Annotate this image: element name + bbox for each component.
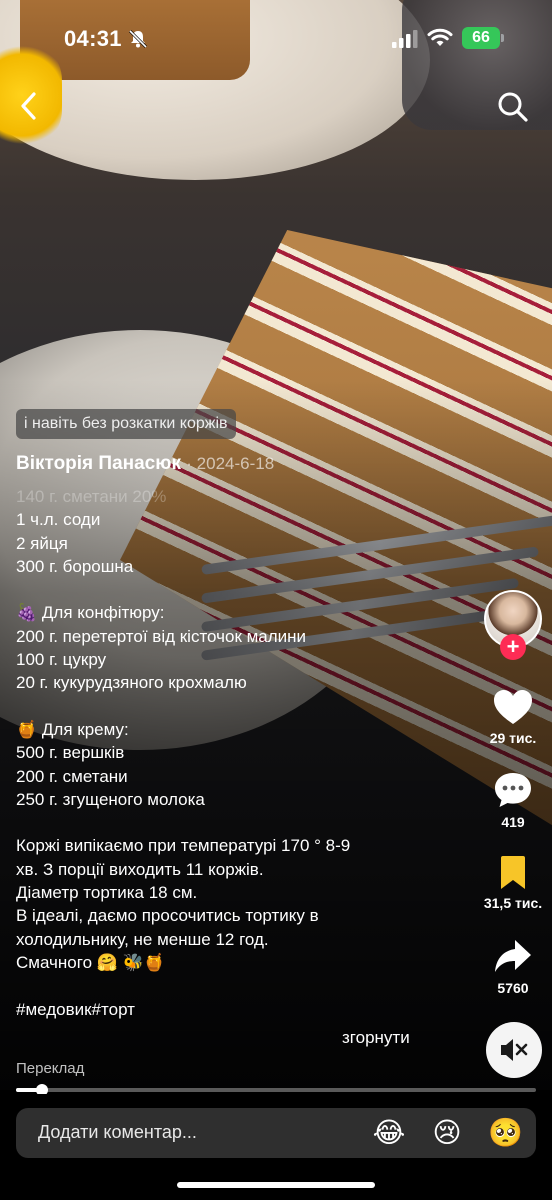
bell-muted-icon — [128, 29, 148, 49]
bottom-bar: Додати коментар... 😂 😢 🥺 — [0, 1094, 552, 1200]
playback-progress-bar[interactable] — [16, 1084, 536, 1096]
emoji-laughing-button[interactable]: 😂 — [372, 1116, 406, 1150]
like-count: 29 тис. — [489, 730, 537, 746]
save-button[interactable]: 31,5 тис. — [476, 855, 550, 911]
post-date-separator: · — [186, 454, 197, 473]
description-line: 🍯 Для крему: — [16, 719, 129, 739]
cellular-signal-icon — [392, 30, 418, 48]
description-line: хв. З порції виходить 11 коржів. — [16, 859, 264, 879]
description-line[interactable]: #медовик#торт — [16, 998, 466, 1021]
description-line: Коржі випікаємо при температурі 170 ° 8-… — [16, 836, 351, 856]
description-line: 200 г. перетертої від кісточок малини — [16, 626, 307, 646]
description-line: 300 г. борошна — [16, 556, 134, 576]
home-indicator — [177, 1182, 375, 1188]
author-name[interactable]: Вікторія Панасюк — [16, 453, 181, 474]
translate-button[interactable]: Переклад — [16, 1060, 84, 1077]
wifi-icon — [427, 28, 453, 46]
comment-bubble-icon — [495, 773, 531, 807]
comment-input[interactable]: Додати коментар... 😂 😢 🥺 — [16, 1108, 536, 1158]
description-line: 🍇 Для конфітюру: — [16, 603, 165, 623]
description-line: 250 г. згущеного молока — [16, 789, 205, 809]
follow-plus-button[interactable]: + — [500, 634, 526, 660]
description-line: 2 яйця — [16, 533, 68, 553]
description-blank-line — [16, 974, 466, 997]
description-line: 140 г. сметани 20% — [16, 487, 167, 506]
bookmark-icon — [501, 856, 525, 889]
like-button[interactable]: 29 тис. — [476, 688, 550, 746]
description-line: Діаметр тортика 18 см. — [16, 883, 198, 903]
status-time: 04:31 — [64, 26, 122, 51]
description-blank-line — [16, 811, 466, 834]
emoji-crying-button[interactable]: 😢 — [430, 1116, 464, 1150]
speaker-muted-icon — [501, 1039, 528, 1061]
status-bar: 04:31 66 — [0, 24, 552, 58]
save-count: 31,5 тис. — [483, 895, 543, 911]
description-line: 1 ч.л. соди — [16, 510, 101, 530]
description-line: В ідеалі, даємо просочитись тортику в — [16, 906, 319, 926]
highlight-pill[interactable]: і навіть без розкатки коржів — [16, 409, 236, 439]
description-line: Смачного 🤗 🐝🍯 — [16, 952, 165, 972]
battery-indicator: 66 — [462, 27, 504, 49]
emoji-pleading-button[interactable]: 🥺 — [488, 1116, 523, 1150]
description-line: 500 г. вершків — [16, 743, 125, 763]
video-description[interactable]: 140 г. сметани 20% 1 ч.л. соди 2 яйця 300 г… — [16, 485, 466, 1021]
heart-icon — [494, 690, 532, 724]
share-button[interactable]: 5760 — [476, 938, 550, 996]
description-line: холодильнику, не менше 12 год. — [16, 929, 269, 949]
mute-toggle-button[interactable] — [486, 1022, 542, 1078]
comment-placeholder: Додати коментар... — [38, 1122, 197, 1142]
back-arrow-icon[interactable] — [14, 88, 46, 124]
description-blank-line — [16, 695, 466, 718]
description-line: 20 г. кукурудзяного крохмалю — [16, 673, 247, 693]
share-arrow-icon — [495, 940, 531, 972]
description-blank-line — [16, 578, 466, 601]
post-date: 2024-6-18 — [196, 454, 275, 473]
description-line: 100 г. цукру — [16, 650, 107, 670]
author-line[interactable]: Вікторія Панасюк · 2024-6-18 — [16, 453, 274, 475]
collapse-button[interactable]: згорнути — [342, 1028, 410, 1048]
comment-button[interactable]: 419 — [476, 770, 550, 830]
comment-count: 419 — [501, 814, 525, 830]
share-count: 5760 — [497, 980, 529, 996]
description-line: 200 г. сметани — [16, 766, 128, 786]
search-icon[interactable] — [496, 90, 530, 124]
